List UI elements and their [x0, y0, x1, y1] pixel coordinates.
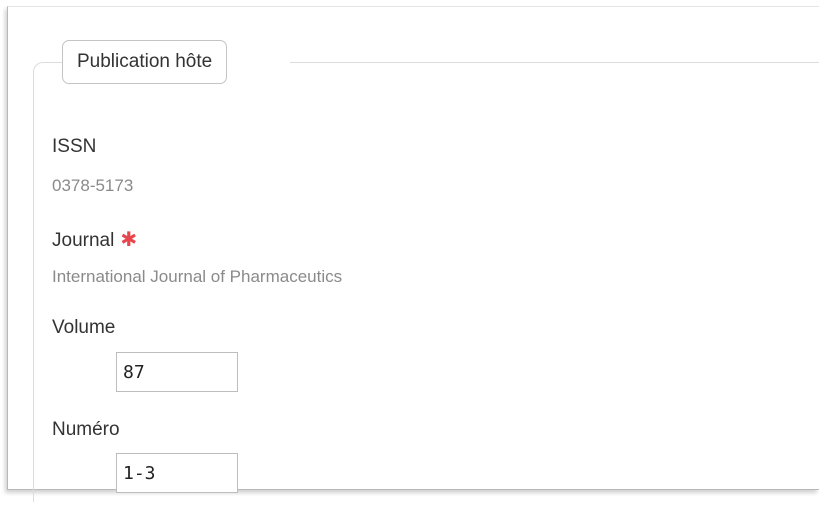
required-asterisk-icon: ✱ — [120, 229, 138, 251]
journal-label: Journal ✱ — [52, 227, 137, 252]
issn-label: ISSN — [52, 136, 97, 157]
journal-value: International Journal of Pharmaceutics — [52, 267, 343, 286]
fieldset-border-top — [290, 62, 819, 63]
fieldset-legend: Publication hôte — [62, 40, 228, 84]
numero-input[interactable] — [116, 453, 238, 493]
volume-label: Volume — [52, 317, 116, 338]
volume-input[interactable] — [116, 352, 238, 392]
issn-value: 0378-5173 — [52, 176, 134, 195]
journal-label-text: Journal — [52, 230, 115, 251]
numero-label: Numéro — [52, 419, 120, 440]
fieldset-legend-label: Publication hôte — [77, 51, 213, 72]
